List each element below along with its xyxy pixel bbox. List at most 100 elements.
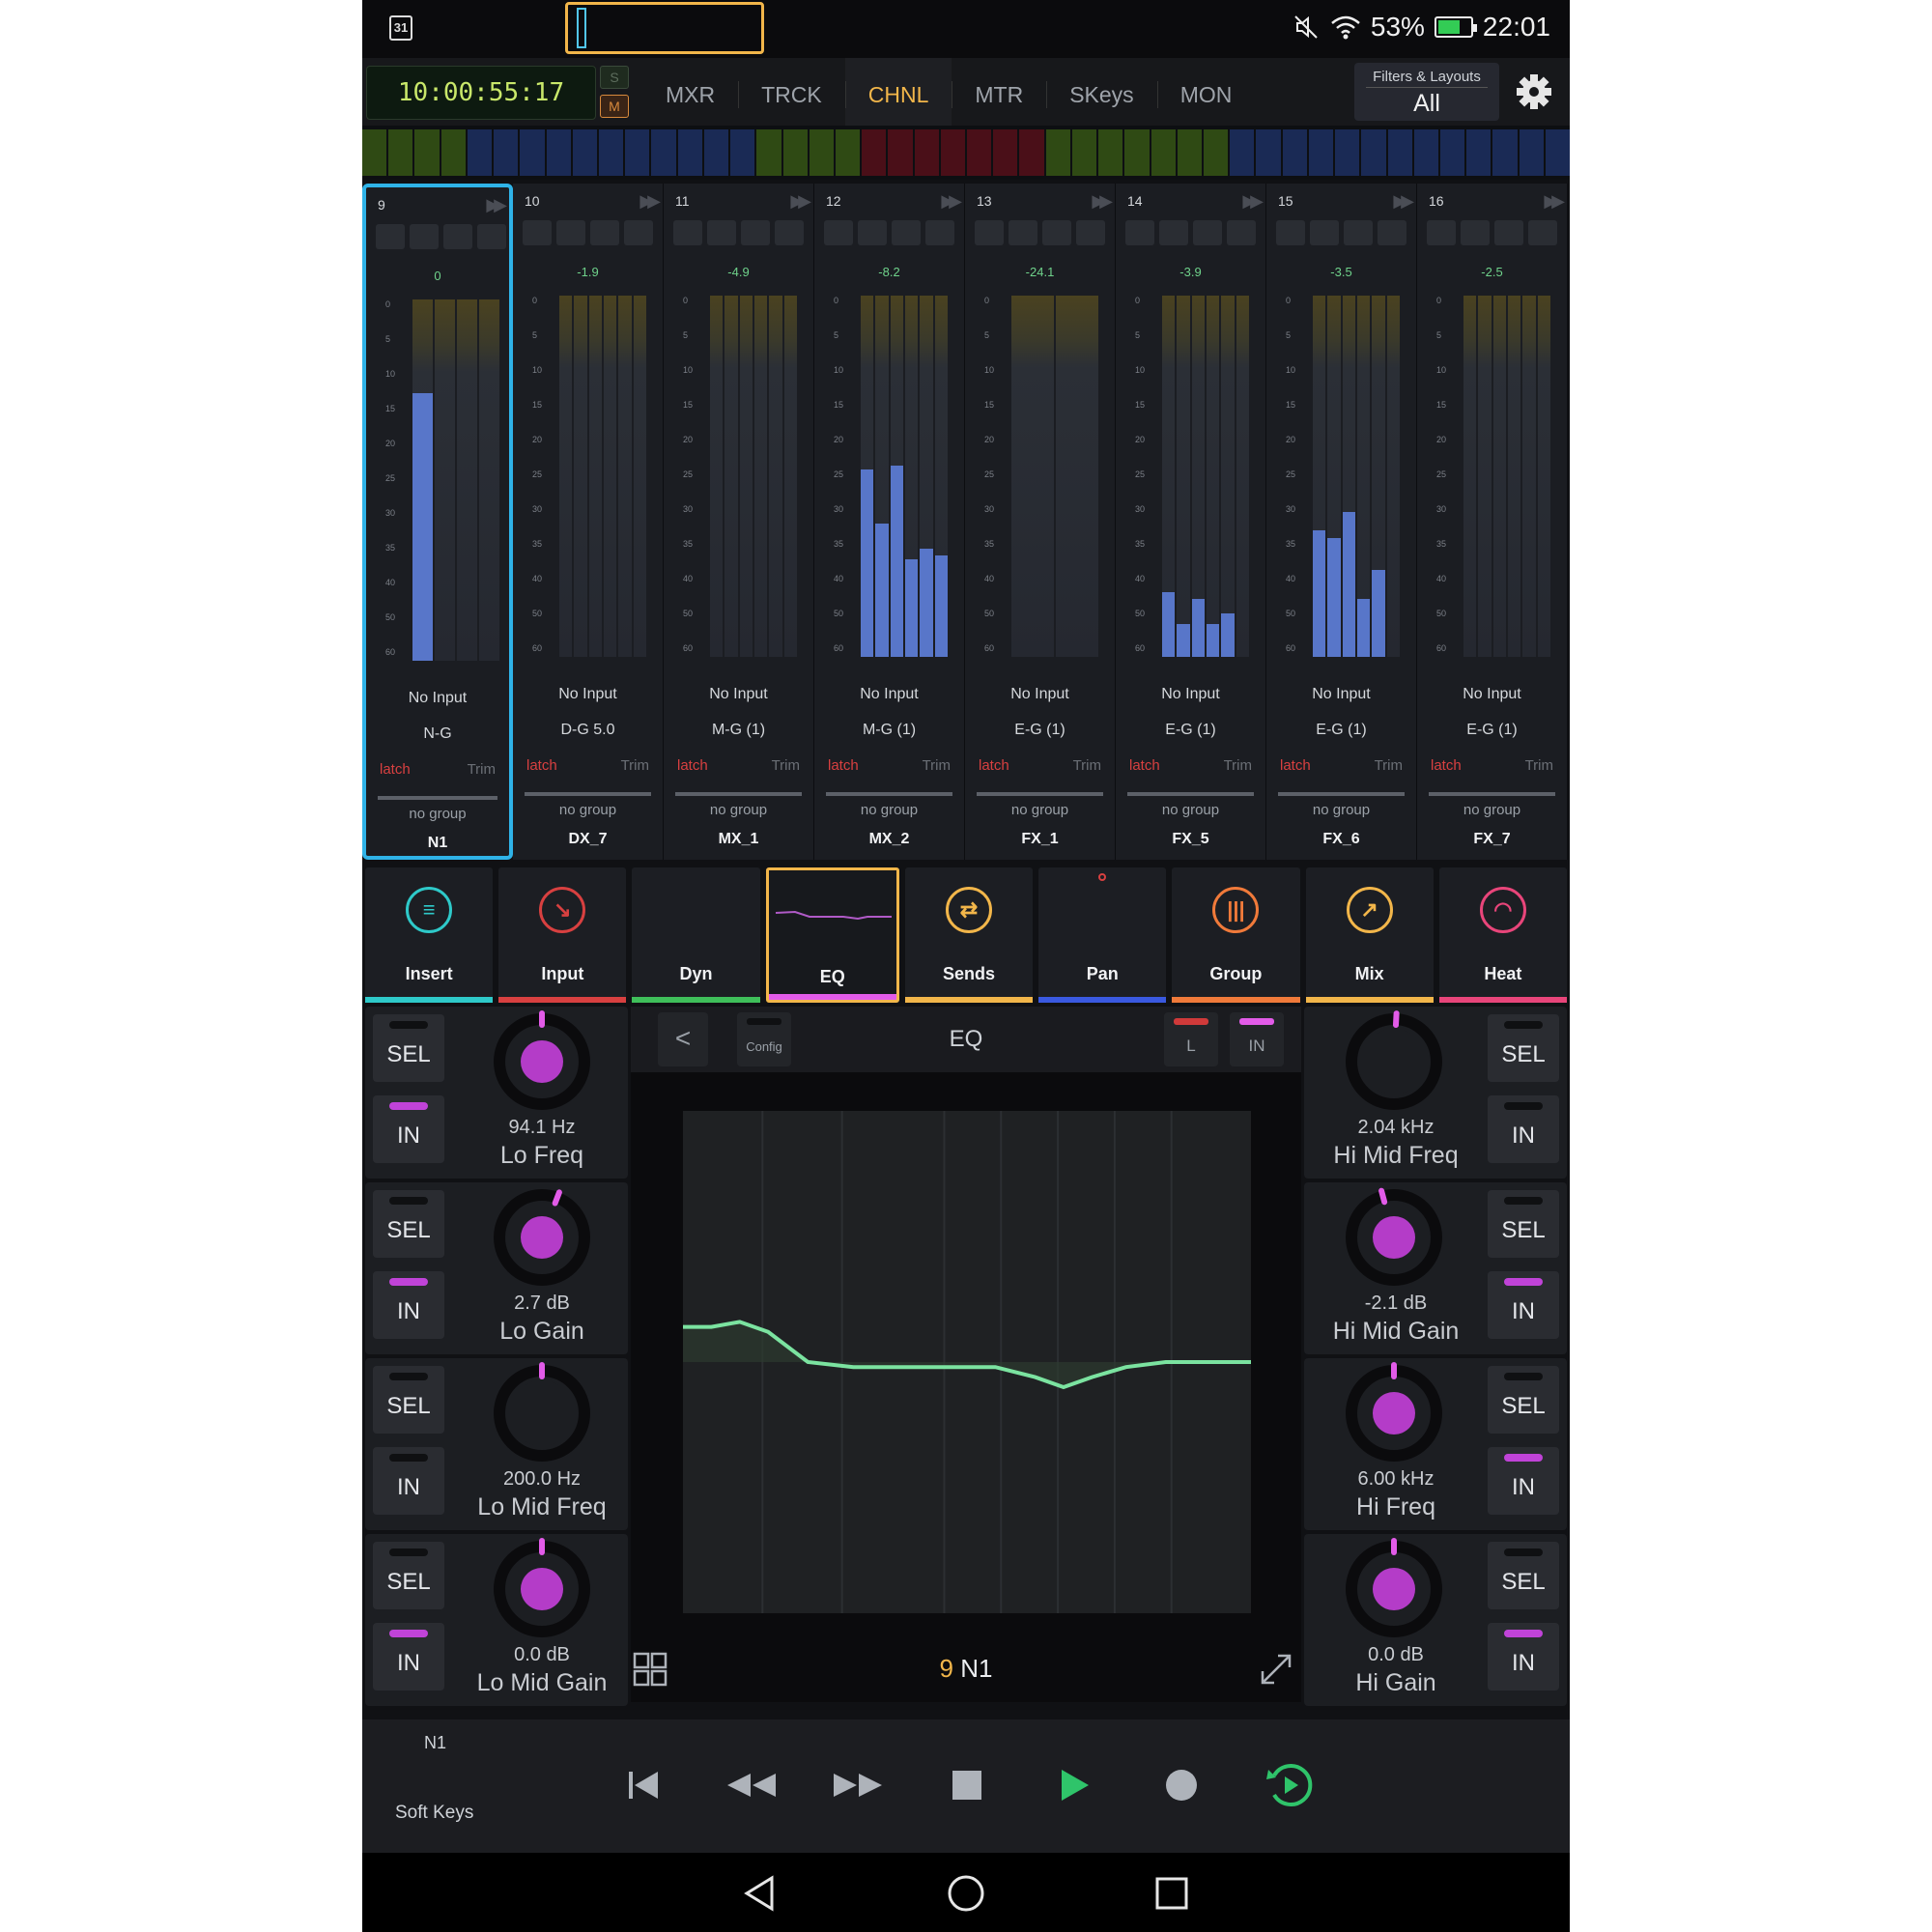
channel-strip[interactable]: 9 ▶▶ 0 0 5 10 15 20 25 30 35 40 50 60 No Input N-G latch… xyxy=(362,184,513,860)
automation-mode[interactable]: latch xyxy=(1280,757,1311,774)
expand-arrow-icon[interactable]: ▶▶ xyxy=(1092,191,1113,212)
expand-arrow-icon[interactable]: ▶▶ xyxy=(1544,191,1565,212)
eq-curve-graph[interactable] xyxy=(683,1111,1251,1613)
overview-track[interactable] xyxy=(1413,129,1438,176)
overview-track[interactable] xyxy=(1019,129,1044,176)
overview-track[interactable] xyxy=(467,129,493,176)
channel-pad[interactable] xyxy=(1528,220,1557,245)
channel-strip[interactable]: 13 ▶▶ -24.1 0 5 10 15 20 25 30 35 40 50 60 No Input E-G… xyxy=(965,184,1116,860)
expand-arrow-icon[interactable]: ▶▶ xyxy=(941,191,962,212)
overview-track[interactable] xyxy=(730,129,755,176)
eq-knob[interactable] xyxy=(491,1186,593,1289)
expand-icon[interactable] xyxy=(1259,1652,1293,1687)
overview-track[interactable] xyxy=(1492,129,1518,176)
section-button-heat[interactable]: ◠ Heat xyxy=(1438,867,1567,1003)
automation-mode[interactable]: latch xyxy=(1129,757,1160,774)
channel-pad[interactable] xyxy=(707,220,736,245)
band-select-button[interactable]: SEL xyxy=(373,1542,444,1609)
channel-pad[interactable] xyxy=(624,220,653,245)
track-overview-strip[interactable] xyxy=(362,126,1570,180)
tab-mon[interactable]: MON xyxy=(1156,58,1256,126)
channel-pad[interactable] xyxy=(443,224,472,249)
section-button-pan[interactable]: Pan xyxy=(1038,867,1167,1003)
filters-layouts-button[interactable]: Filters & Layouts All xyxy=(1354,63,1499,121)
solo-button[interactable]: S xyxy=(600,66,629,89)
overview-track[interactable] xyxy=(651,129,676,176)
overview-track[interactable] xyxy=(1387,129,1412,176)
channel-pad[interactable] xyxy=(376,224,405,249)
expand-arrow-icon[interactable]: ▶▶ xyxy=(639,191,661,212)
channel-pad[interactable] xyxy=(1042,220,1071,245)
back-nav-icon[interactable] xyxy=(739,1872,781,1915)
automation-mode[interactable]: latch xyxy=(526,757,557,774)
eq-knob[interactable] xyxy=(491,1538,593,1640)
group-assign[interactable]: no group xyxy=(1266,802,1416,818)
section-button-sends[interactable]: ⇄ Sends xyxy=(904,867,1034,1003)
overview-track[interactable] xyxy=(520,129,545,176)
band-select-button[interactable]: SEL xyxy=(373,1190,444,1258)
overview-track[interactable] xyxy=(1204,129,1229,176)
expand-arrow-icon[interactable]: ▶▶ xyxy=(1393,191,1414,212)
channel-pad[interactable] xyxy=(858,220,887,245)
rewind-icon[interactable] xyxy=(722,1756,780,1814)
channel-pad[interactable] xyxy=(775,220,804,245)
overview-track[interactable] xyxy=(1124,129,1150,176)
overview-track[interactable] xyxy=(1151,129,1176,176)
section-button-insert[interactable]: ≡ Insert xyxy=(365,867,494,1003)
eq-knob[interactable] xyxy=(491,1010,593,1113)
automation-mode[interactable]: latch xyxy=(677,757,708,774)
stop-icon[interactable] xyxy=(938,1756,996,1814)
overview-track[interactable] xyxy=(1466,129,1492,176)
eq-knob[interactable] xyxy=(491,1362,593,1464)
overview-track[interactable] xyxy=(809,129,834,176)
overview-track[interactable] xyxy=(940,129,966,176)
overview-track[interactable] xyxy=(362,129,387,176)
eq-knob[interactable] xyxy=(1343,1538,1445,1640)
expand-arrow-icon[interactable]: ▶▶ xyxy=(790,191,811,212)
overview-track[interactable] xyxy=(546,129,571,176)
automation-mode[interactable]: latch xyxy=(828,757,859,774)
band-in-button[interactable]: IN xyxy=(1488,1447,1559,1515)
channel-pad[interactable] xyxy=(925,220,954,245)
channel-pad[interactable] xyxy=(556,220,585,245)
channel-pad[interactable] xyxy=(1494,220,1523,245)
section-button-dyn[interactable]: Dyn xyxy=(632,867,760,1003)
overview-track[interactable] xyxy=(1177,129,1202,176)
channel-pad[interactable] xyxy=(590,220,619,245)
overview-track[interactable] xyxy=(914,129,939,176)
overview-track[interactable] xyxy=(1439,129,1465,176)
group-assign[interactable]: no group xyxy=(965,802,1115,818)
channel-pad[interactable] xyxy=(1427,220,1456,245)
group-assign[interactable]: no group xyxy=(513,802,663,818)
home-nav-icon[interactable] xyxy=(945,1872,987,1915)
band-select-button[interactable]: SEL xyxy=(1488,1190,1559,1258)
overview-track[interactable] xyxy=(1308,129,1334,176)
band-in-button[interactable]: IN xyxy=(1488,1623,1559,1690)
overview-track[interactable] xyxy=(414,129,440,176)
channel-pad[interactable] xyxy=(1344,220,1373,245)
band-in-button[interactable]: IN xyxy=(373,1271,444,1339)
recents-nav-icon[interactable] xyxy=(1151,1872,1193,1915)
channel-pad[interactable] xyxy=(410,224,439,249)
expand-arrow-icon[interactable]: ▶▶ xyxy=(486,195,507,215)
overview-track[interactable] xyxy=(993,129,1018,176)
overview-track[interactable] xyxy=(1361,129,1386,176)
channel-strip[interactable]: 12 ▶▶ -8.2 0 5 10 15 20 25 30 35 40 50 60 No Input M-G … xyxy=(814,184,965,860)
overview-track[interactable] xyxy=(967,129,992,176)
channel-pad[interactable] xyxy=(1159,220,1188,245)
channel-pad[interactable] xyxy=(1009,220,1037,245)
timecode-display[interactable]: 10:00:55:17 xyxy=(366,66,596,120)
channel-pad[interactable] xyxy=(824,220,853,245)
automation-mode[interactable]: latch xyxy=(380,761,411,778)
group-assign[interactable]: no group xyxy=(664,802,813,818)
overview-track[interactable] xyxy=(494,129,519,176)
overview-track[interactable] xyxy=(1045,129,1070,176)
section-button-eq[interactable]: EQ xyxy=(765,867,899,1003)
overview-track[interactable] xyxy=(1230,129,1255,176)
group-assign[interactable]: no group xyxy=(366,806,509,822)
band-select-button[interactable]: SEL xyxy=(373,1366,444,1434)
channel-pad[interactable] xyxy=(523,220,552,245)
play-icon[interactable] xyxy=(1044,1756,1102,1814)
tab-mxr[interactable]: MXR xyxy=(642,58,738,126)
overview-track[interactable] xyxy=(1519,129,1544,176)
